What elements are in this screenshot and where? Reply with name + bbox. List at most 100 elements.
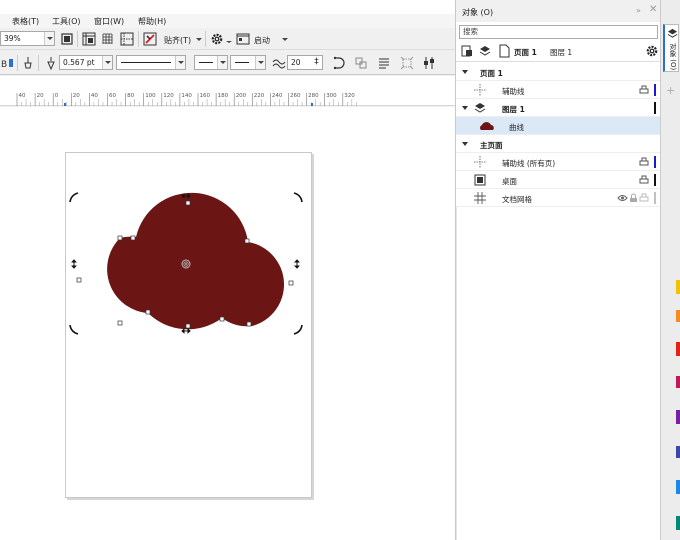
layer-color-swatch[interactable] — [654, 174, 656, 186]
printer-icon[interactable] — [639, 175, 649, 185]
drawing-canvas[interactable] — [0, 107, 455, 540]
guidelines-icon[interactable] — [120, 32, 134, 46]
layer-color-swatch[interactable] — [654, 102, 656, 114]
expand-triangle-icon[interactable] — [462, 142, 468, 146]
printer-icon[interactable] — [639, 157, 649, 167]
collapse-docker-icon[interactable]: » — [636, 6, 641, 15]
chevron-down-icon[interactable] — [196, 38, 202, 41]
toolbar-separator — [38, 55, 39, 71]
lock-icon[interactable] — [629, 193, 638, 203]
menu-window[interactable]: 窗口(W) — [94, 16, 124, 27]
layer-color-swatch[interactable] — [654, 156, 656, 168]
tree-page-1[interactable]: 页面 1 — [456, 63, 661, 81]
tree-curve[interactable]: 曲线 — [456, 117, 661, 135]
new-layer-icon[interactable] — [460, 44, 474, 58]
launch-dropdown[interactable]: 启动 — [254, 35, 270, 46]
chevron-down-icon[interactable] — [217, 56, 227, 69]
curve-node[interactable] — [117, 235, 123, 241]
curve-node[interactable] — [246, 321, 252, 327]
bounding-box-icon[interactable] — [400, 56, 414, 70]
curve-node[interactable] — [130, 235, 136, 241]
arrowhead-preview — [235, 62, 249, 63]
objects-toolbar: 页面 1 图层 1 — [456, 41, 661, 62]
expand-triangle-icon[interactable] — [462, 106, 468, 110]
tree-guides-all-pages[interactable]: 辅助线 (所有页) — [456, 153, 661, 171]
cloud-curve-shape[interactable] — [107, 192, 285, 330]
eye-icon[interactable] — [617, 193, 628, 203]
layers-icon[interactable] — [478, 44, 492, 58]
smoothing-spinbox[interactable]: 20 ‡ — [287, 55, 323, 70]
fill-icon[interactable]: B — [1, 56, 15, 70]
spin-icon[interactable]: ‡ — [312, 57, 321, 68]
printer-icon[interactable] — [639, 193, 649, 203]
zoom-level-combo[interactable]: 39% — [0, 31, 55, 46]
zoom-to-page-icon[interactable] — [60, 32, 74, 46]
close-curve-icon[interactable] — [331, 56, 345, 70]
chevron-down-icon[interactable] — [282, 38, 288, 41]
launch-icon[interactable] — [236, 32, 250, 46]
grid-icon — [474, 192, 486, 204]
docker-splitter[interactable] — [456, 207, 457, 540]
curve-node[interactable] — [185, 200, 191, 206]
gear-icon[interactable] — [645, 44, 659, 58]
line-style-combo[interactable] — [116, 55, 186, 70]
tree-guides[interactable]: 辅助线 — [456, 81, 661, 99]
gear-icon[interactable] — [210, 32, 224, 46]
edge-color-strip — [676, 280, 680, 530]
start-arrowhead-combo[interactable] — [194, 55, 228, 70]
layer-color-swatch[interactable] — [654, 84, 656, 96]
curve-node[interactable] — [288, 280, 294, 286]
tree-master-page[interactable]: 主页面 — [456, 135, 661, 153]
rotate-handle-bottom-right[interactable] — [293, 324, 303, 335]
expand-triangle-icon[interactable] — [462, 70, 468, 74]
ruler-label: 200 — [235, 93, 247, 99]
menu-table[interactable]: 表格(T) — [12, 16, 39, 27]
grid-icon[interactable] — [101, 32, 115, 46]
title-strip — [0, 0, 455, 14]
outline-pen-icon[interactable] — [21, 56, 35, 70]
current-layer-tab[interactable]: 图层 1 — [550, 47, 572, 58]
page-icon — [499, 44, 510, 58]
tree-document-grid[interactable]: 文档网格 — [456, 189, 661, 207]
tree-layer-1[interactable]: 图层 1 — [456, 99, 661, 117]
curve-node[interactable] — [117, 320, 123, 326]
layer-color-swatch[interactable] — [654, 192, 656, 204]
current-page-tab[interactable]: 页面 1 — [514, 47, 537, 58]
curve-node[interactable] — [244, 238, 250, 244]
end-arrowhead-combo[interactable] — [230, 55, 266, 70]
align-nodes-icon[interactable] — [422, 56, 436, 70]
outline-width-combo[interactable]: 0.567 pt — [59, 55, 113, 70]
menu-tools[interactable]: 工具(O) — [52, 16, 81, 27]
chevron-down-icon[interactable] — [102, 56, 112, 69]
search-input[interactable]: 搜索 — [459, 25, 658, 39]
toolbar-separator — [205, 31, 206, 47]
rotate-handle-top-left[interactable] — [69, 192, 79, 203]
curve-node[interactable] — [219, 316, 225, 322]
tree-desktop[interactable]: 桌面 — [456, 171, 661, 189]
snap-to-dropdown[interactable]: 贴齐(T) — [164, 35, 191, 46]
snap-off-icon[interactable] — [143, 32, 157, 46]
horizontal-ruler[interactable]: 40 20 0 20 40 60 80 100 120 140 160 180 200 220 240 260… — [0, 76, 455, 106]
rulers-icon[interactable] — [82, 32, 96, 46]
curve-node[interactable] — [185, 323, 191, 329]
skew-handle-right[interactable] — [294, 259, 300, 269]
skew-handle-left[interactable] — [71, 259, 77, 269]
menu-help[interactable]: 帮助(H) — [138, 16, 166, 27]
chevron-down-icon[interactable] — [44, 32, 54, 45]
ruler-label: 260 — [290, 93, 301, 99]
curve-node[interactable] — [145, 309, 151, 315]
skew-handle-bottom[interactable] — [181, 328, 191, 334]
chevron-down-icon[interactable] — [175, 56, 185, 69]
text-wrap-icon[interactable] — [377, 56, 391, 70]
printer-icon[interactable] — [639, 85, 649, 95]
rotate-handle-bottom-left[interactable] — [69, 324, 79, 335]
chevron-down-icon[interactable] — [226, 41, 232, 43]
ruler-page-marker — [311, 103, 313, 106]
chevron-down-icon[interactable] — [255, 56, 265, 69]
rotate-handle-top-right[interactable] — [293, 192, 303, 203]
add-docker-icon[interactable]: + — [666, 84, 675, 97]
objects-docker-tab[interactable]: 对象 (O) — [663, 24, 679, 72]
close-icon[interactable]: ✕ — [649, 4, 657, 15]
curve-node[interactable] — [76, 277, 82, 283]
extract-subpath-icon[interactable] — [354, 56, 368, 70]
